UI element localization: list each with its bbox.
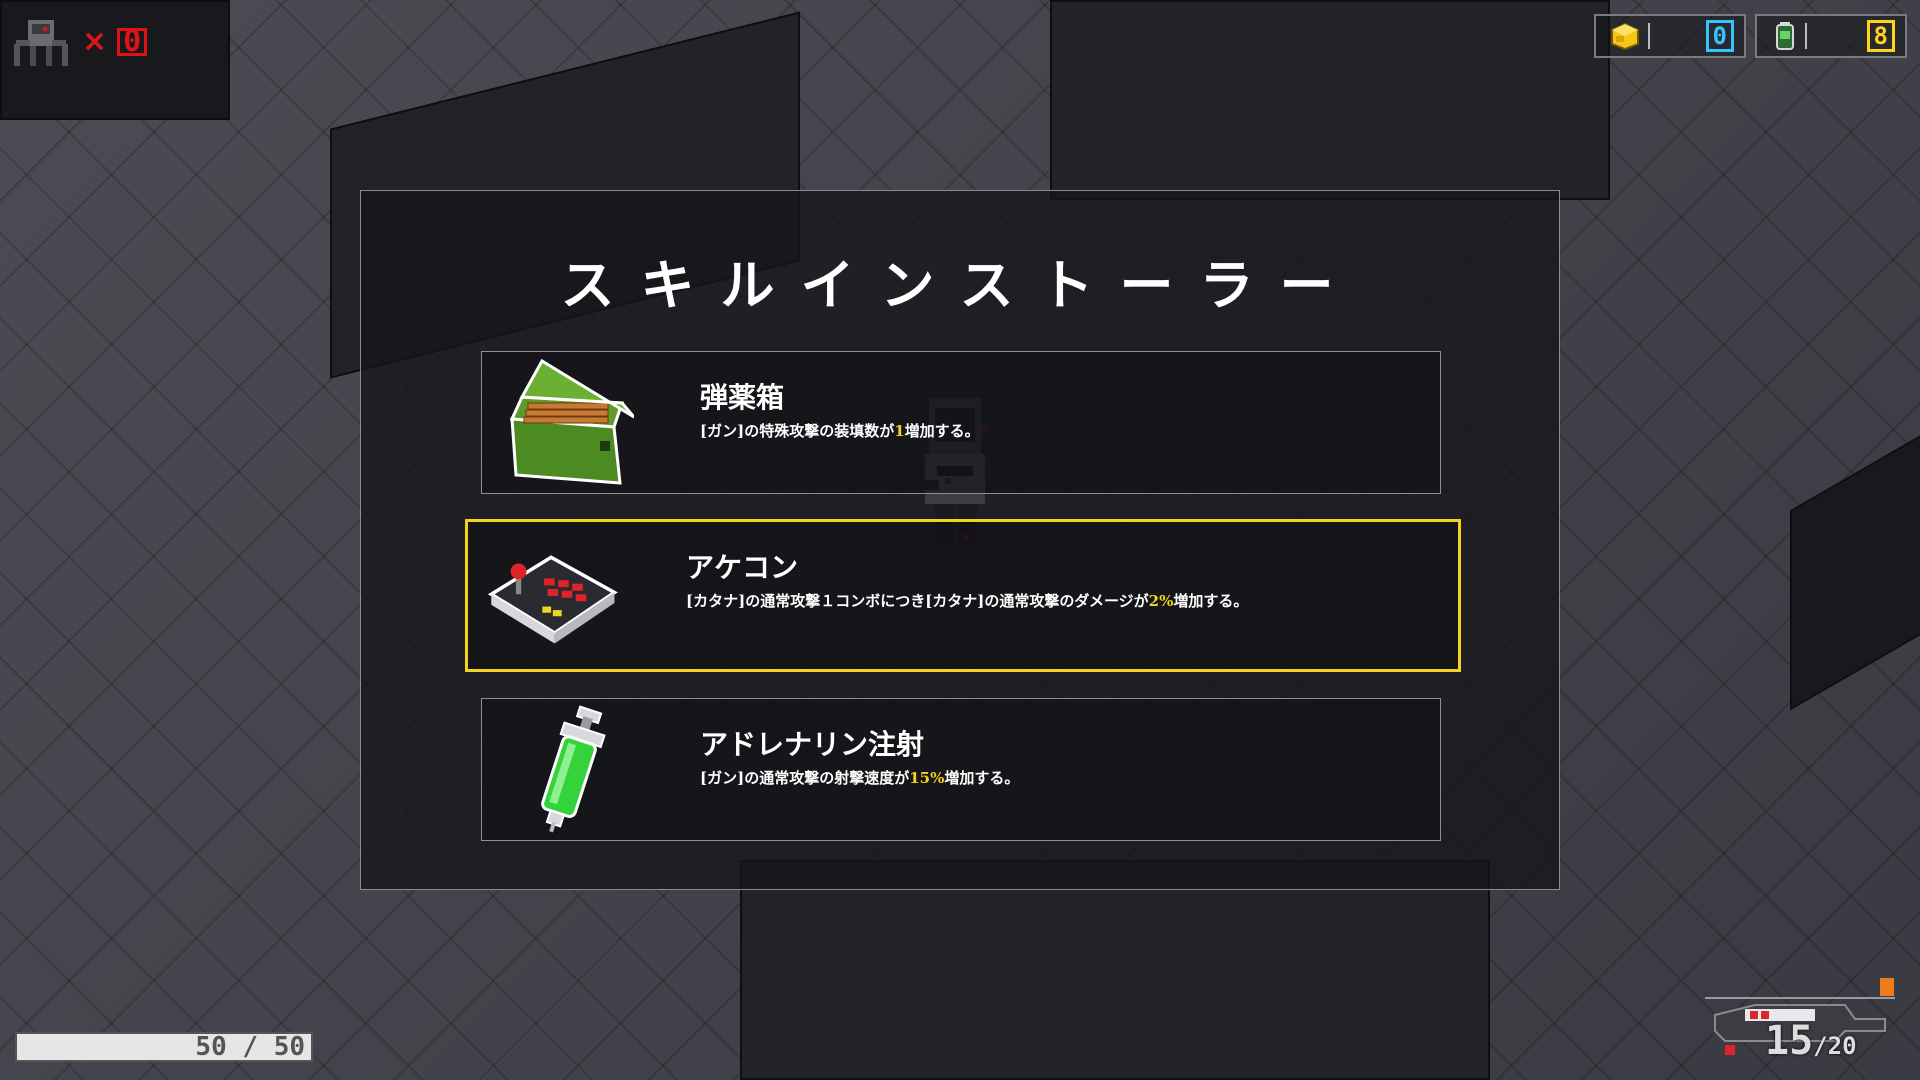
desc-highlight: 2% bbox=[1148, 592, 1174, 610]
skill-option-adrenaline-shot[interactable]: アドレナリン注射 [ガン]の通常攻撃の射撃速度が15%増加する。 bbox=[481, 698, 1441, 841]
enemy-counter: × 0 bbox=[10, 14, 148, 70]
skill-installer-dialog: スキルインストーラー 弾薬箱 [ガン]の特殊攻撃の装填数が1増加する。 アケコン… bbox=[360, 190, 1560, 890]
desc-text: 増加する。 bbox=[904, 422, 980, 440]
adrenaline-syringe-icon bbox=[541, 705, 606, 833]
desc-text: [カタナ]の通常攻撃１コンボにつき[カタナ]の通常攻撃のダメージが bbox=[686, 592, 1149, 610]
yellow-cube-icon bbox=[1611, 22, 1639, 50]
desc-text: [ガン]の通常攻撃の射撃速度が bbox=[700, 769, 910, 787]
enemy-count: 0 bbox=[117, 27, 148, 57]
ammo-box-icon bbox=[509, 358, 634, 485]
ammo-indicator bbox=[1880, 978, 1894, 996]
can-count: 8 bbox=[1866, 20, 1895, 52]
skill-option-ammo-box[interactable]: 弾薬箱 [ガン]の特殊攻撃の装填数が1増加する。 bbox=[481, 351, 1441, 494]
skill-option-arcade-controller[interactable]: アケコン [カタナ]の通常攻撃１コンボにつき[カタナ]の通常攻撃のダメージが2%… bbox=[465, 519, 1461, 672]
ammo-current: 15 bbox=[1765, 1018, 1814, 1064]
separator bbox=[1648, 23, 1650, 49]
desc-text: 増加する。 bbox=[1173, 592, 1249, 610]
wall-block bbox=[740, 860, 1490, 1080]
skill-name: 弾薬箱 bbox=[700, 381, 785, 414]
skill-description: [ガン]の通常攻撃の射撃速度が15%増加する。 bbox=[700, 767, 1019, 788]
spider-robot-icon bbox=[14, 20, 68, 66]
hp-bar: 50 / 50 bbox=[15, 1032, 313, 1062]
cube-count: 0 bbox=[1705, 20, 1734, 52]
arcade-controller-icon bbox=[487, 555, 618, 644]
ammo-counter: 15/20 bbox=[1765, 1018, 1857, 1064]
green-can-icon bbox=[1776, 22, 1794, 50]
separator bbox=[1805, 23, 1807, 49]
ammo-max: /20 bbox=[1813, 1032, 1857, 1060]
skill-name: アドレナリン注射 bbox=[700, 728, 925, 761]
desc-text: 増加する。 bbox=[944, 769, 1020, 787]
cube-resource-counter: 0 bbox=[1594, 14, 1746, 58]
skill-description: [カタナ]の通常攻撃１コンボにつき[カタナ]の通常攻撃のダメージが2%増加する。 bbox=[686, 590, 1248, 611]
desc-text: [ガン]の特殊攻撃の装填数が bbox=[700, 422, 895, 440]
skill-description: [ガン]の特殊攻撃の装填数が1増加する。 bbox=[700, 420, 980, 441]
desc-highlight: 1 bbox=[894, 422, 905, 440]
wall-block bbox=[1050, 0, 1610, 200]
dialog-title: スキルインストーラー bbox=[560, 253, 1360, 317]
desc-highlight: 15% bbox=[909, 769, 945, 787]
multiplier-sign: × bbox=[82, 24, 108, 59]
can-resource-counter: 8 bbox=[1755, 14, 1907, 58]
skill-name: アケコン bbox=[686, 551, 799, 584]
